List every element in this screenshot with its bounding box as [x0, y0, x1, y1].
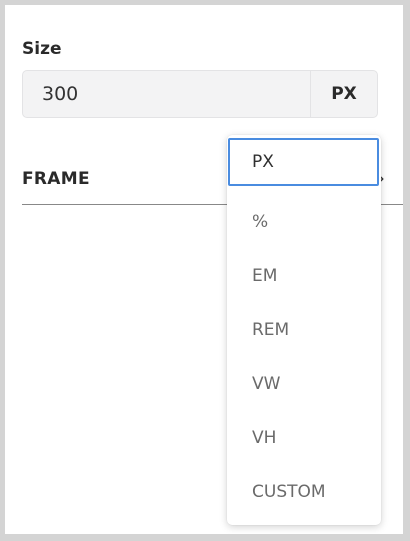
size-field: PX	[22, 70, 378, 118]
unit-dropdown-menu: PX % EM REM VW VH CUSTOM	[227, 135, 381, 525]
size-input[interactable]	[23, 71, 312, 117]
unit-option-rem[interactable]: REM	[227, 305, 381, 355]
unit-option-px[interactable]: PX	[228, 138, 379, 186]
unit-option-custom[interactable]: CUSTOM	[227, 467, 381, 517]
unit-select-button[interactable]: PX	[310, 71, 377, 117]
unit-option-vh[interactable]: VH	[227, 413, 381, 463]
properties-panel: Size PX FRAME › PX % EM REM VW VH CUSTOM	[5, 5, 403, 534]
unit-option-percent[interactable]: %	[227, 197, 381, 247]
frame-section-title: FRAME	[22, 169, 90, 189]
size-label: Size	[22, 39, 62, 59]
unit-option-vw[interactable]: VW	[227, 359, 381, 409]
unit-option-em[interactable]: EM	[227, 251, 381, 301]
